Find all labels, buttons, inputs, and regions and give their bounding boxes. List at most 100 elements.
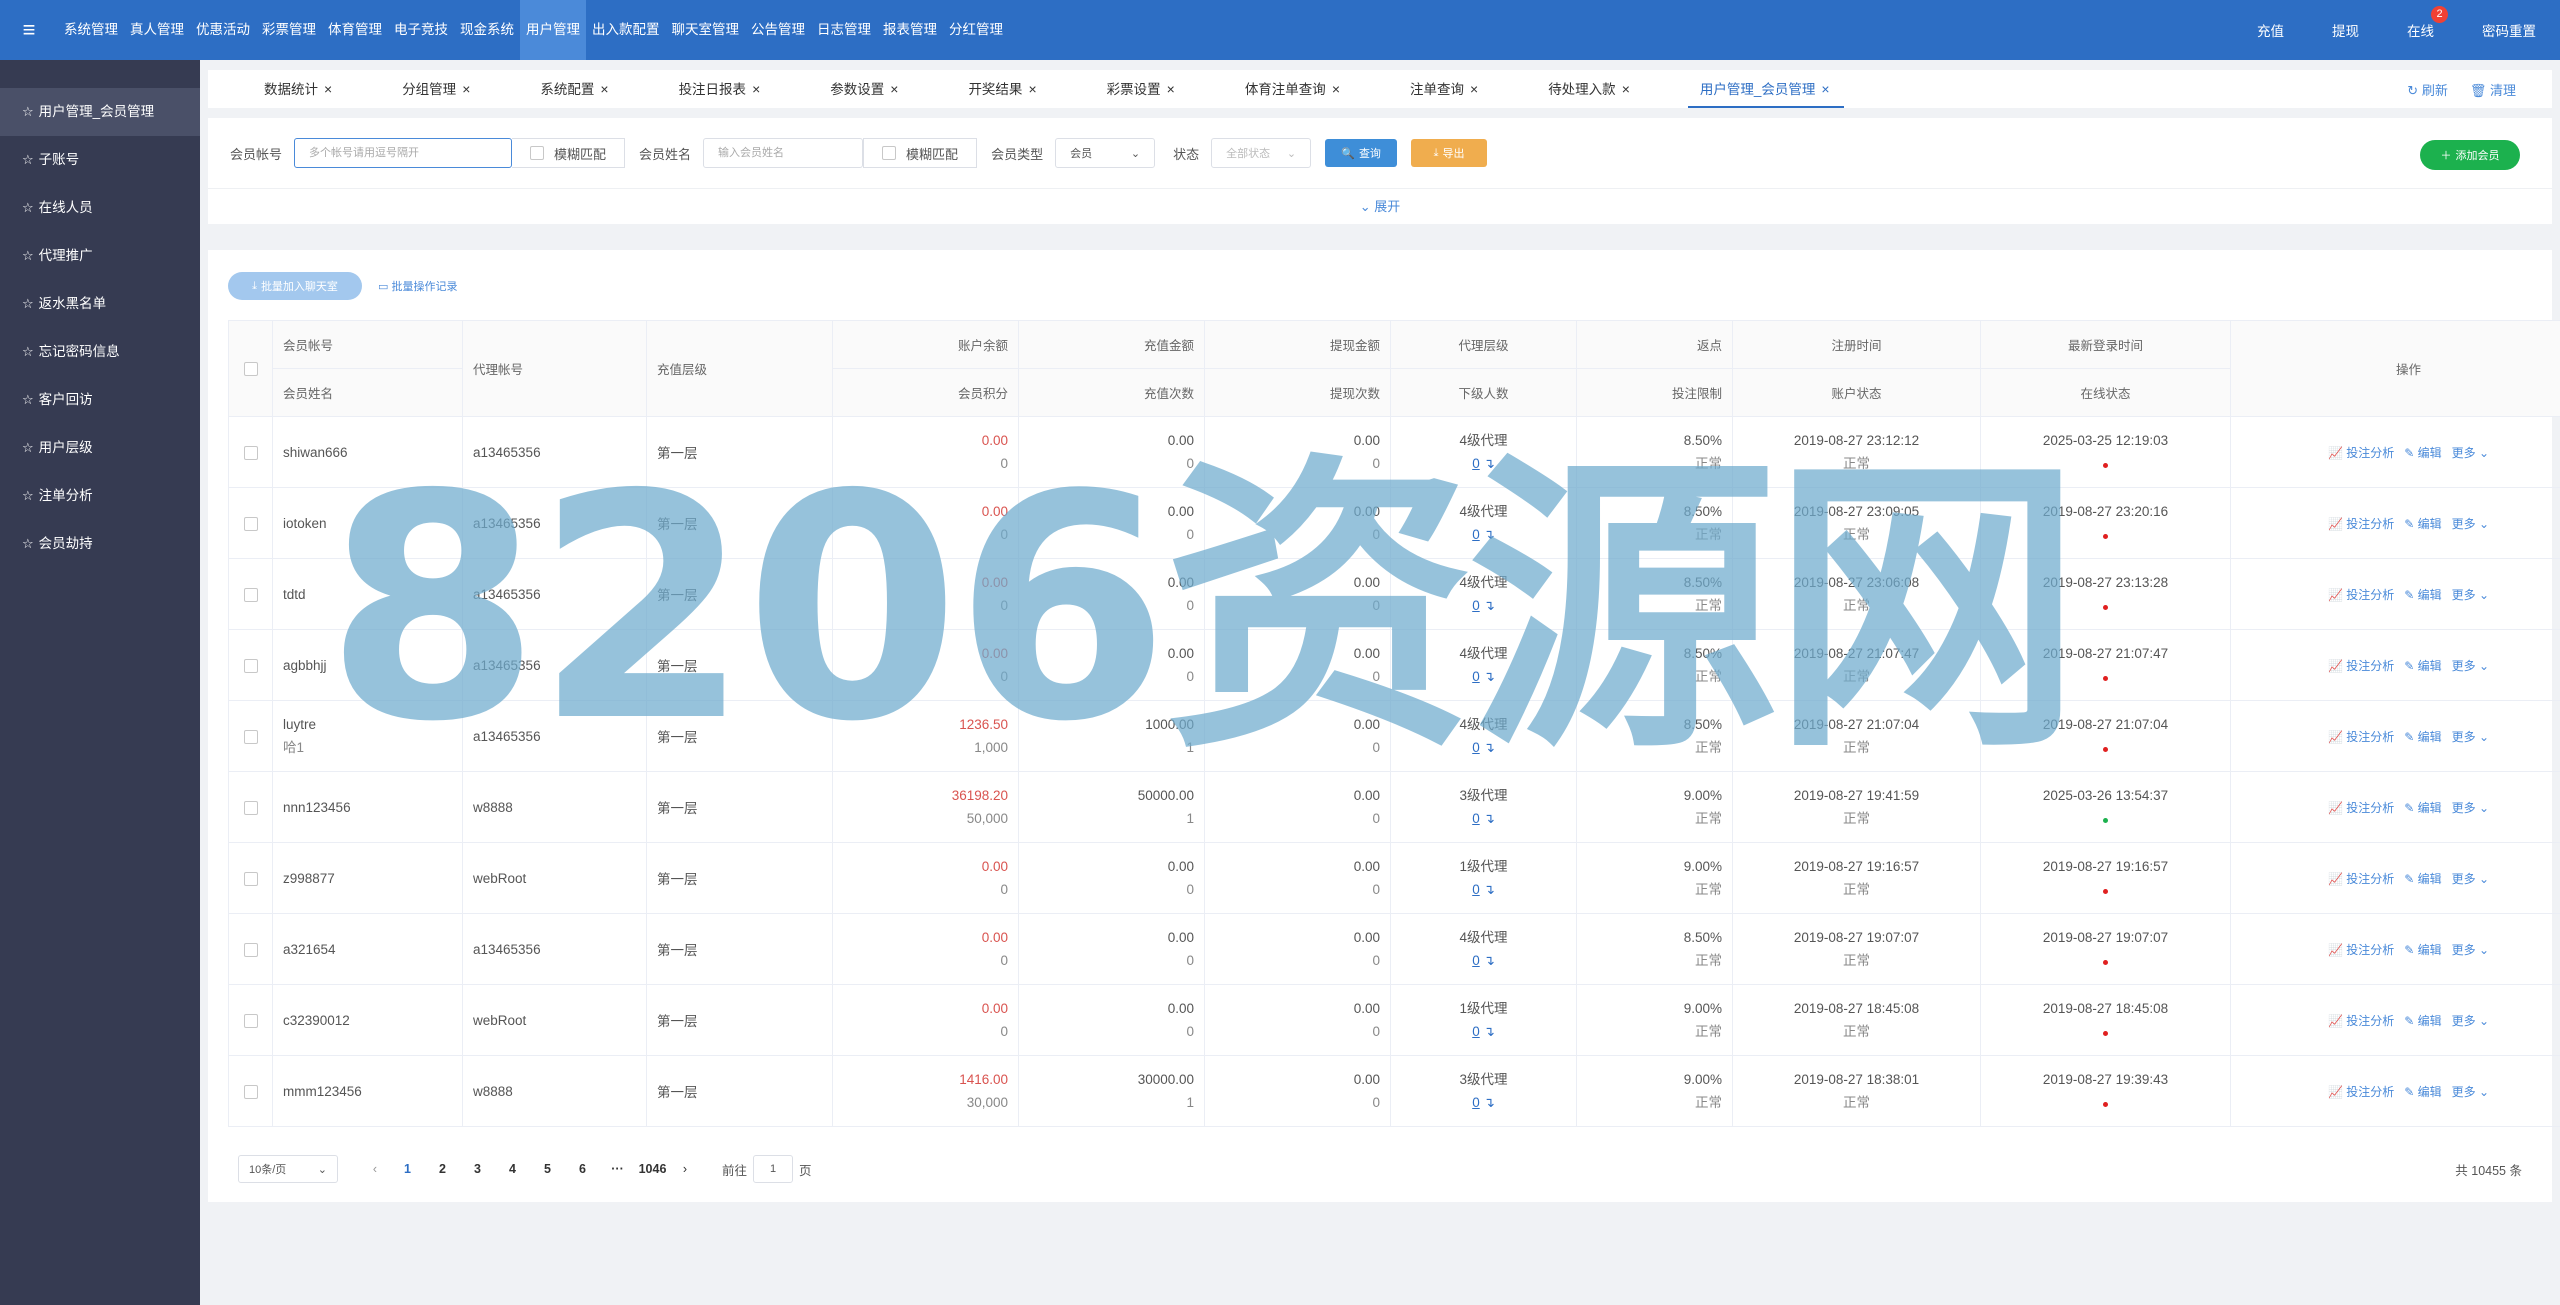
bet-analysis-button[interactable]: 📈 投注分析: [2328, 586, 2394, 603]
tab-item[interactable]: 分组管理 ×: [346, 70, 484, 108]
header-agent[interactable]: 代理帐号: [462, 320, 647, 417]
name-input[interactable]: 输入会员姓名: [703, 138, 864, 168]
account-input[interactable]: 多个帐号请用逗号隔开: [294, 138, 513, 168]
header-points[interactable]: 会员积分: [832, 368, 1019, 417]
header-acct-status[interactable]: 账户状态: [1732, 368, 1981, 417]
sidebar-item[interactable]: ☆ 返水黑名单: [0, 280, 200, 328]
close-icon[interactable]: ×: [1622, 81, 1630, 97]
header-sub-count[interactable]: 下级人数: [1390, 368, 1577, 417]
page-number[interactable]: 1046: [635, 1162, 670, 1176]
more-dropdown[interactable]: 更多 ⌄: [2452, 515, 2489, 532]
prev-page-icon[interactable]: ‹: [360, 1162, 390, 1176]
select-all-checkbox[interactable]: [243, 361, 258, 376]
bet-analysis-button[interactable]: 📈 投注分析: [2328, 1012, 2394, 1029]
tab-item[interactable]: 开奖结果 ×: [912, 70, 1050, 108]
more-dropdown[interactable]: 更多 ⌄: [2452, 586, 2489, 603]
bet-analysis-button[interactable]: 📈 投注分析: [2328, 444, 2394, 461]
add-member-button[interactable]: ＋添加会员: [2420, 140, 2520, 170]
sub-count-link[interactable]: 0 ↴: [1401, 807, 1566, 830]
row-checkbox[interactable]: [243, 445, 258, 460]
member-account[interactable]: luytre: [283, 713, 452, 736]
top-nav-item[interactable]: 日志管理: [811, 0, 877, 60]
goto-input[interactable]: 1: [753, 1155, 794, 1183]
header-online-status[interactable]: 在线状态: [1980, 368, 2231, 417]
page-number[interactable]: 5: [530, 1162, 565, 1176]
top-nav-item[interactable]: 报表管理: [877, 0, 943, 60]
edit-button[interactable]: ✎ 编辑: [2404, 941, 2441, 958]
row-checkbox[interactable]: [243, 800, 258, 815]
sidebar-item[interactable]: ☆ 用户层级: [0, 424, 200, 472]
close-icon[interactable]: ×: [462, 81, 470, 97]
more-dropdown[interactable]: 更多 ⌄: [2452, 444, 2489, 461]
top-nav-item[interactable]: 用户管理: [520, 0, 586, 60]
member-account[interactable]: agbbhjj: [283, 654, 452, 677]
row-checkbox[interactable]: [243, 1013, 258, 1028]
member-account[interactable]: mmm123456: [283, 1080, 452, 1103]
member-account[interactable]: a321654: [283, 938, 452, 961]
status-select[interactable]: 全部状态 ⌄: [1211, 138, 1312, 168]
more-dropdown[interactable]: 更多 ⌄: [2452, 728, 2489, 745]
more-dropdown[interactable]: 更多 ⌄: [2452, 870, 2489, 887]
fuzzy-checkbox[interactable]: [530, 146, 545, 160]
recharge-link[interactable]: 充值: [2233, 20, 2308, 40]
header-rebate[interactable]: 返点: [1576, 320, 1733, 369]
edit-button[interactable]: ✎ 编辑: [2404, 586, 2441, 603]
edit-button[interactable]: ✎ 编辑: [2404, 1083, 2441, 1100]
sub-count-link[interactable]: 0 ↴: [1401, 1091, 1566, 1114]
sidebar-item[interactable]: ☆ 在线人员: [0, 184, 200, 232]
header-balance[interactable]: 账户余额: [832, 320, 1019, 369]
online-link[interactable]: 在线 2: [2383, 6, 2458, 40]
edit-button[interactable]: ✎ 编辑: [2404, 1012, 2441, 1029]
sub-count-link[interactable]: 0 ↴: [1401, 523, 1566, 546]
bet-analysis-button[interactable]: 📈 投注分析: [2328, 657, 2394, 674]
clear-button[interactable]: 🗑 清理: [2470, 80, 2516, 99]
header-name[interactable]: 会员姓名: [272, 368, 463, 417]
sidebar-item[interactable]: ☆ 会员劫持: [0, 520, 200, 568]
member-account[interactable]: z998877: [283, 867, 452, 890]
close-icon[interactable]: ×: [1470, 81, 1478, 97]
sub-count-link[interactable]: 0 ↴: [1401, 949, 1566, 972]
tab-item[interactable]: 参数设置 ×: [774, 70, 912, 108]
expand-toggle[interactable]: ⌄ 展开: [208, 188, 2552, 224]
bet-analysis-button[interactable]: 📈 投注分析: [2328, 1083, 2394, 1100]
sub-count-link[interactable]: 0 ↴: [1401, 452, 1566, 475]
close-icon[interactable]: ×: [600, 81, 608, 97]
tab-item[interactable]: 体育注单查询 ×: [1189, 70, 1354, 108]
top-nav-item[interactable]: 聊天室管理: [666, 0, 746, 60]
page-number[interactable]: 3: [460, 1162, 495, 1176]
top-nav-item[interactable]: 电子竞技: [388, 0, 454, 60]
row-checkbox[interactable]: [243, 871, 258, 886]
sub-count-link[interactable]: 0 ↴: [1401, 594, 1566, 617]
top-nav-item[interactable]: 彩票管理: [256, 0, 322, 60]
sidebar-item[interactable]: ☆ 子账号: [0, 136, 200, 184]
row-checkbox[interactable]: [243, 587, 258, 602]
hamburger-icon[interactable]: ≡: [0, 0, 58, 60]
edit-button[interactable]: ✎ 编辑: [2404, 515, 2441, 532]
tab-item[interactable]: 待处理入款 ×: [1492, 70, 1644, 108]
close-icon[interactable]: ×: [1028, 81, 1036, 97]
header-last-login[interactable]: 最新登录时间: [1980, 320, 2231, 369]
edit-button[interactable]: ✎ 编辑: [2404, 799, 2441, 816]
top-nav-item[interactable]: 现金系统: [454, 0, 520, 60]
more-dropdown[interactable]: 更多 ⌄: [2452, 1083, 2489, 1100]
sub-count-link[interactable]: 0 ↴: [1401, 878, 1566, 901]
account-fuzzy-match[interactable]: 模糊匹配: [512, 138, 626, 168]
page-number[interactable]: 4: [495, 1162, 530, 1176]
page-size-select[interactable]: 10条/页 ⌄: [238, 1155, 338, 1183]
tab-item[interactable]: 数据统计 ×: [208, 70, 346, 108]
sidebar-item[interactable]: ☆ 忘记密码信息: [0, 328, 200, 376]
edit-button[interactable]: ✎ 编辑: [2404, 870, 2441, 887]
sub-count-link[interactable]: 0 ↴: [1401, 1020, 1566, 1043]
top-nav-item[interactable]: 分红管理: [943, 0, 1009, 60]
sidebar-item[interactable]: ☆ 注单分析: [0, 472, 200, 520]
sidebar-item[interactable]: ☆ 代理推广: [0, 232, 200, 280]
row-checkbox[interactable]: [243, 516, 258, 531]
top-nav-item[interactable]: 出入款配置: [586, 0, 666, 60]
bet-analysis-button[interactable]: 📈 投注分析: [2328, 941, 2394, 958]
sub-count-link[interactable]: 0 ↴: [1401, 665, 1566, 688]
top-nav-item[interactable]: 系统管理: [58, 0, 124, 60]
edit-button[interactable]: ✎ 编辑: [2404, 657, 2441, 674]
row-checkbox[interactable]: [243, 658, 258, 673]
sub-count-link[interactable]: 0 ↴: [1401, 736, 1566, 759]
member-account[interactable]: c32390012: [283, 1009, 452, 1032]
